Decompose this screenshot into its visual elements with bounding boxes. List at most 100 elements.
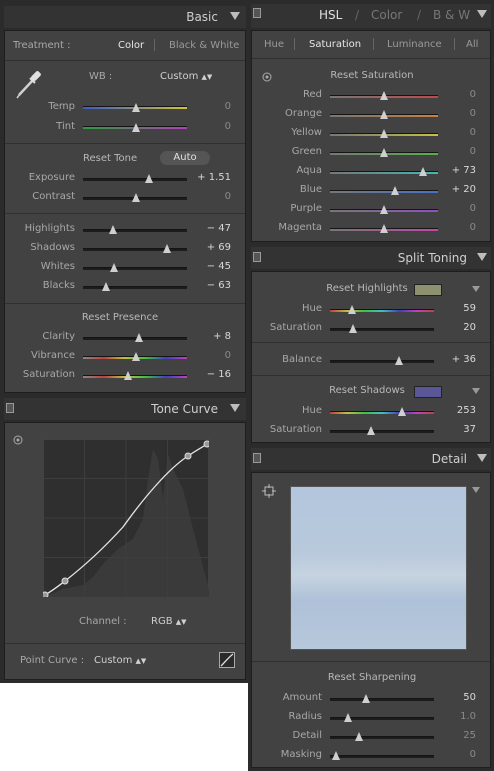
masking-slider-thumb[interactable] bbox=[332, 751, 340, 760]
wb-select[interactable]: Custom ▲▼ bbox=[160, 71, 212, 82]
tab-bw[interactable]: B & W bbox=[433, 8, 470, 22]
eyedropper-icon[interactable] bbox=[13, 67, 45, 101]
contrast-value[interactable]: 0 bbox=[225, 191, 231, 202]
temp-value[interactable]: 0 bbox=[225, 101, 231, 112]
vibrance-value[interactable]: 0 bbox=[225, 350, 231, 361]
hsl-red-slider-thumb[interactable] bbox=[380, 91, 388, 100]
tab-color[interactable]: Color bbox=[371, 8, 402, 22]
whites-slider-track[interactable] bbox=[83, 267, 187, 270]
blacks-value[interactable]: − 63 bbox=[207, 280, 231, 291]
whites-slider-thumb[interactable] bbox=[110, 263, 118, 272]
detail-value[interactable]: 25 bbox=[463, 730, 476, 741]
tone-curve-header[interactable]: Tone Curve bbox=[4, 398, 246, 420]
reset-highlights-button[interactable]: Reset Highlights bbox=[322, 283, 412, 294]
saturation-value[interactable]: − 16 bbox=[207, 369, 231, 380]
expand-triangle-icon[interactable] bbox=[472, 286, 480, 292]
radius-value[interactable]: 1.0 bbox=[460, 711, 476, 722]
hsl-blue-slider-track[interactable] bbox=[330, 190, 438, 193]
subtab-all[interactable]: All bbox=[466, 39, 478, 50]
hsl-aqua-value[interactable]: + 73 bbox=[452, 165, 476, 176]
subtab-luminance[interactable]: Luminance bbox=[387, 39, 442, 50]
sh-sat-value[interactable]: 37 bbox=[463, 424, 476, 435]
reset-tone-button[interactable]: Reset Tone bbox=[83, 153, 137, 164]
sh-sat-slider-track[interactable] bbox=[330, 430, 434, 433]
radius-slider-thumb[interactable] bbox=[344, 713, 352, 722]
collapse-triangle-icon[interactable] bbox=[477, 10, 487, 18]
reset-saturation-button[interactable]: Reset Saturation bbox=[312, 70, 432, 81]
hsl-purple-value[interactable]: 0 bbox=[470, 203, 476, 214]
sh-hue-value[interactable]: 253 bbox=[457, 405, 476, 416]
hsl-magenta-value[interactable]: 0 bbox=[470, 222, 476, 233]
panel-switch-icon[interactable] bbox=[6, 403, 14, 413]
hsl-yellow-slider-thumb[interactable] bbox=[380, 129, 388, 138]
curve-edit-icon[interactable] bbox=[219, 652, 235, 668]
tab-hsl[interactable]: HSL bbox=[319, 8, 342, 22]
target-adjust-icon[interactable] bbox=[13, 435, 23, 445]
reset-presence-button[interactable]: Reset Presence bbox=[65, 312, 175, 323]
reset-sharpening-button[interactable]: Reset Sharpening bbox=[312, 672, 432, 683]
vibrance-slider-thumb[interactable] bbox=[132, 352, 140, 361]
reset-shadows-button[interactable]: Reset Shadows bbox=[322, 385, 412, 396]
exposure-slider-thumb[interactable] bbox=[145, 174, 153, 183]
expand-triangle-icon[interactable] bbox=[472, 487, 480, 493]
hl-hue-slider-track[interactable] bbox=[330, 309, 434, 312]
target-adjust-icon[interactable] bbox=[262, 72, 272, 82]
balance-slider-thumb[interactable] bbox=[395, 356, 403, 365]
tone-curve-graph[interactable] bbox=[43, 439, 209, 597]
clarity-slider-thumb[interactable] bbox=[135, 333, 143, 342]
clarity-value[interactable]: + 8 bbox=[213, 331, 231, 342]
highlights-value[interactable]: − 47 bbox=[207, 223, 231, 234]
treatment-bw-button[interactable]: Black & White bbox=[169, 40, 239, 51]
panel-switch-icon[interactable] bbox=[253, 252, 261, 262]
panel-switch-icon[interactable] bbox=[253, 453, 261, 463]
panel-switch-icon[interactable] bbox=[253, 8, 261, 18]
detail-slider-track[interactable] bbox=[330, 736, 434, 739]
amount-slider-thumb[interactable] bbox=[362, 694, 370, 703]
hsl-purple-slider-thumb[interactable] bbox=[380, 205, 388, 214]
hl-sat-value[interactable]: 20 bbox=[463, 322, 476, 333]
subtab-hue[interactable]: Hue bbox=[264, 39, 284, 50]
whites-value[interactable]: − 45 bbox=[207, 261, 231, 272]
channel-select[interactable]: RGB ▲▼ bbox=[151, 616, 187, 627]
sh-hue-slider-track[interactable] bbox=[330, 411, 434, 414]
sh-sat-slider-thumb[interactable] bbox=[367, 426, 375, 435]
hl-sat-slider-thumb[interactable] bbox=[349, 324, 357, 333]
detail-preview-image[interactable] bbox=[290, 486, 467, 650]
hsl-orange-slider-thumb[interactable] bbox=[380, 110, 388, 119]
hsl-blue-value[interactable]: + 20 bbox=[452, 184, 476, 195]
hl-sat-slider-track[interactable] bbox=[330, 328, 434, 331]
hsl-aqua-slider-thumb[interactable] bbox=[419, 167, 427, 176]
contrast-slider-thumb[interactable] bbox=[132, 193, 140, 202]
saturation-slider-track[interactable] bbox=[83, 375, 187, 378]
hsl-blue-slider-thumb[interactable] bbox=[391, 186, 399, 195]
highlight-color-swatch[interactable] bbox=[414, 284, 442, 296]
detail-slider-thumb[interactable] bbox=[355, 732, 363, 741]
collapse-triangle-icon[interactable] bbox=[477, 454, 487, 462]
balance-slider-track[interactable] bbox=[330, 360, 434, 363]
shadow-color-swatch[interactable] bbox=[414, 386, 442, 398]
temp-slider-thumb[interactable] bbox=[132, 103, 140, 112]
masking-slider-track[interactable] bbox=[330, 755, 434, 758]
balance-value[interactable]: + 36 bbox=[452, 354, 476, 365]
shadows-slider-thumb[interactable] bbox=[163, 244, 171, 253]
amount-value[interactable]: 50 bbox=[463, 692, 476, 703]
hsl-red-value[interactable]: 0 bbox=[470, 89, 476, 100]
blacks-slider-track[interactable] bbox=[83, 286, 187, 289]
tint-value[interactable]: 0 bbox=[225, 121, 231, 132]
basic-header[interactable]: Basic bbox=[4, 6, 246, 28]
exposure-value[interactable]: + 1.51 bbox=[197, 172, 231, 183]
crosshair-icon[interactable] bbox=[262, 484, 276, 498]
collapse-triangle-icon[interactable] bbox=[230, 12, 240, 20]
highlights-slider-track[interactable] bbox=[83, 229, 187, 232]
detail-header[interactable]: Detail bbox=[251, 448, 491, 470]
treatment-color-button[interactable]: Color bbox=[118, 40, 144, 51]
collapse-triangle-icon[interactable] bbox=[230, 404, 240, 412]
exposure-slider-track[interactable] bbox=[83, 178, 187, 181]
hl-hue-slider-thumb[interactable] bbox=[348, 305, 356, 314]
hsl-yellow-value[interactable]: 0 bbox=[470, 127, 476, 138]
sh-hue-slider-thumb[interactable] bbox=[398, 407, 406, 416]
point-curve-select[interactable]: Custom ▲▼ bbox=[94, 655, 146, 666]
saturation-slider-thumb[interactable] bbox=[124, 371, 132, 380]
shadows-slider-track[interactable] bbox=[83, 248, 187, 251]
blacks-slider-thumb[interactable] bbox=[102, 282, 110, 291]
